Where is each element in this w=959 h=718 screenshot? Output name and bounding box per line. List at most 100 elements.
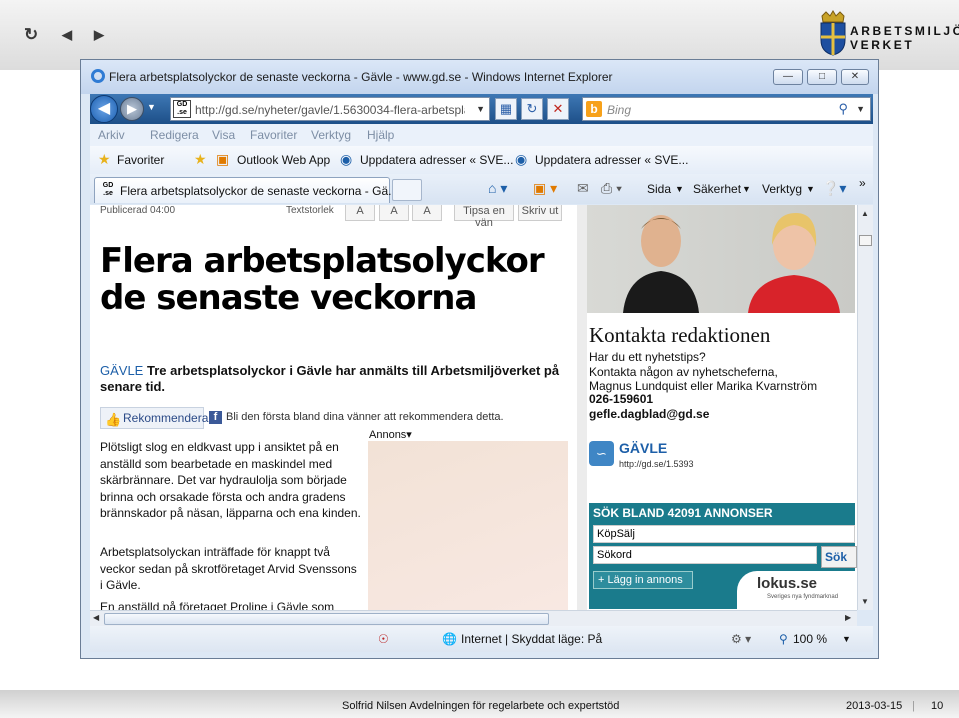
add-ad-button[interactable]: + Lägg in annons xyxy=(593,571,693,589)
rss-feed-title[interactable]: GÄVLE xyxy=(619,440,667,456)
rss-icon[interactable]: ∽ xyxy=(589,441,614,466)
ad-label: Annons▾ xyxy=(369,429,412,441)
address-dropdown-icon[interactable]: ▼ xyxy=(476,104,485,114)
recommend-button[interactable]: 👍 Rekommendera xyxy=(100,407,208,429)
refresh-icon[interactable]: ↻ xyxy=(24,26,38,44)
scroll-left-icon[interactable]: ◀ xyxy=(93,613,99,622)
menu-bar: Arkiv Redigera Visa Favoriter Verktyg Hj… xyxy=(90,124,873,146)
minimize-button[interactable]: — xyxy=(773,69,803,85)
outlook-icon: ▣ xyxy=(216,151,230,167)
security-menu-button[interactable]: Säkerhet xyxy=(693,182,741,196)
contact-email[interactable]: gefle.dagblad@gd.se xyxy=(589,407,709,422)
font-large-button[interactable]: A xyxy=(412,205,442,221)
browser-window: Flera arbetsplatsolyckor de senaste veck… xyxy=(80,59,879,659)
help-icon[interactable]: ❔▾ xyxy=(822,180,846,197)
tab-row: GD .se Flera arbetsplatsolyckor de senas… xyxy=(90,174,873,204)
url-text[interactable]: http://gd.se/nyheter/gavle/1.5630034-fle… xyxy=(195,103,465,117)
menu-favoriter[interactable]: Favoriter xyxy=(250,128,297,142)
lokus-logo: lokus.se xyxy=(757,575,818,592)
menu-arkiv[interactable]: Arkiv xyxy=(98,128,125,142)
print-icon[interactable]: ⎙ ▾ xyxy=(601,180,622,197)
zoom-dropdown-icon[interactable]: ▼ xyxy=(842,634,851,644)
horizontal-scrollbar[interactable]: ◀ ▶ xyxy=(90,610,857,626)
security-zone-text[interactable]: Internet | Skyddat läge: På xyxy=(461,632,602,646)
history-dropdown-icon[interactable]: ▼ xyxy=(147,102,156,112)
previous-slide-icon[interactable]: ◀ xyxy=(62,26,72,44)
vertical-scrollbar[interactable]: ▲ ▼ xyxy=(857,205,873,610)
page-icon: ◉ xyxy=(340,151,353,167)
search-icon[interactable]: ⚲ xyxy=(838,101,848,117)
font-small-button[interactable]: A xyxy=(345,205,375,221)
rss-feed-url[interactable]: http://gd.se/1.5393 xyxy=(619,459,694,469)
home-icon[interactable]: ⌂ ▾ xyxy=(488,180,507,197)
search-box[interactable]: b Bing ⚲ ▼ xyxy=(582,97,871,121)
footer-presenter: Solfrid Nilsen Avdelningen för regelarbe… xyxy=(342,700,620,712)
refresh-page-icon[interactable]: ↻ xyxy=(521,98,543,120)
recommend-label: Rekommendera xyxy=(123,411,209,425)
next-slide-icon[interactable]: ▶ xyxy=(94,26,104,44)
article-paragraph-3: En anställd på företaget Proline i Gävle… xyxy=(100,600,335,610)
stop-icon[interactable]: ✕ xyxy=(547,98,569,120)
tipsa-button[interactable]: Tipsa en vän xyxy=(454,205,514,229)
chevron-more-icon[interactable]: » xyxy=(859,176,866,190)
favorite-uppdatera-1[interactable]: Uppdatera adresser « SVE... xyxy=(360,153,513,167)
logo-line-1: ARBETSMILJÖ xyxy=(850,24,959,38)
lokus-tagline: Sveriges nya fyndmarknad xyxy=(767,594,839,600)
article-headline: Flera arbetsplatsolyckor de senaste veck… xyxy=(100,241,545,318)
column-divider xyxy=(577,205,587,610)
page-icon: ◉ xyxy=(515,151,528,167)
advertisement[interactable] xyxy=(368,441,568,610)
lock-settings-icon[interactable]: ⚙ ▾ xyxy=(731,632,751,646)
search-placeholder: Bing xyxy=(607,103,632,117)
internet-explorer-icon xyxy=(91,69,105,83)
favorites-star-icon: ★ xyxy=(98,151,111,167)
forward-button[interactable]: ▶ xyxy=(120,97,144,121)
font-medium-button[interactable]: A xyxy=(379,205,409,221)
favorite-outlook[interactable]: Outlook Web App xyxy=(237,153,330,167)
article-paragraph-2: Arbetsplatsolyckan inträffade för knappt… xyxy=(100,545,357,592)
favorite-uppdatera-2[interactable]: Uppdatera adresser « SVE... xyxy=(535,153,688,167)
bing-icon: b xyxy=(586,101,602,117)
close-button[interactable]: ✕ xyxy=(841,69,869,85)
tools-menu-button[interactable]: Verktyg xyxy=(762,182,802,196)
search-button[interactable]: Sök xyxy=(821,546,857,568)
classifieds-header: SÖK BLAND 42091 ANNONSER xyxy=(593,506,773,520)
address-bar[interactable]: GD .se http://gd.se/nyheter/gavle/1.5630… xyxy=(170,97,490,121)
mail-icon[interactable]: ✉ xyxy=(577,180,589,197)
site-favicon: GD .se xyxy=(173,100,191,118)
add-favorite-icon[interactable]: ★ xyxy=(194,151,207,168)
horizontal-scroll-thumb[interactable] xyxy=(104,613,549,625)
category-select[interactable]: KöpSälj xyxy=(593,525,855,543)
menu-redigera[interactable]: Redigera xyxy=(150,128,199,142)
back-button[interactable]: ◀ xyxy=(90,95,118,123)
city-tag[interactable]: GÄVLE xyxy=(100,363,143,378)
menu-verktyg[interactable]: Verktyg xyxy=(311,128,351,142)
new-tab-button[interactable] xyxy=(392,179,422,201)
logo-line-2: VERKET xyxy=(850,38,915,52)
feeds-icon[interactable]: ▣ ▾ xyxy=(533,180,557,197)
keyword-input[interactable]: Sökord xyxy=(593,546,817,564)
page-content: Publicerad 04:00 Textstorlek A A A Tipsa… xyxy=(90,205,857,610)
menu-visa[interactable]: Visa xyxy=(212,128,235,142)
favorites-bar: ★ Favoriter ★ ▣ Outlook Web App ◉ Uppdat… xyxy=(90,146,873,174)
active-tab[interactable]: GD .se Flera arbetsplatsolyckor de senas… xyxy=(94,177,398,203)
contact-phone: 026-159601 xyxy=(589,392,654,406)
popup-blocker-icon[interactable]: ☉ xyxy=(378,632,389,646)
window-title: Flera arbetsplatsolyckor de senaste veck… xyxy=(109,70,613,84)
scroll-down-icon[interactable]: ▼ xyxy=(861,597,869,606)
scroll-list-icon[interactable] xyxy=(859,235,872,246)
scroll-up-icon[interactable]: ▲ xyxy=(861,209,869,218)
zoom-icon: ⚲ xyxy=(779,632,788,646)
published-time: Publicerad 04:00 xyxy=(100,205,176,216)
favorites-button[interactable]: Favoriter xyxy=(117,153,164,167)
zoom-level[interactable]: 100 % xyxy=(793,632,827,646)
print-button[interactable]: Skriv ut xyxy=(518,205,562,221)
search-dropdown-icon[interactable]: ▼ xyxy=(856,104,865,114)
compatibility-view-icon[interactable]: ▦ xyxy=(495,98,517,120)
agency-logo-text: ARBETSMILJÖ VERKET xyxy=(850,24,959,52)
scroll-right-icon[interactable]: ▶ xyxy=(845,613,851,622)
maximize-button[interactable]: □ xyxy=(807,69,837,85)
menu-hjalp[interactable]: Hjälp xyxy=(367,128,394,142)
lokus-banner[interactable]: lokus.se Sveriges nya fyndmarknad xyxy=(737,571,855,609)
page-menu-button[interactable]: Sida xyxy=(647,182,671,196)
